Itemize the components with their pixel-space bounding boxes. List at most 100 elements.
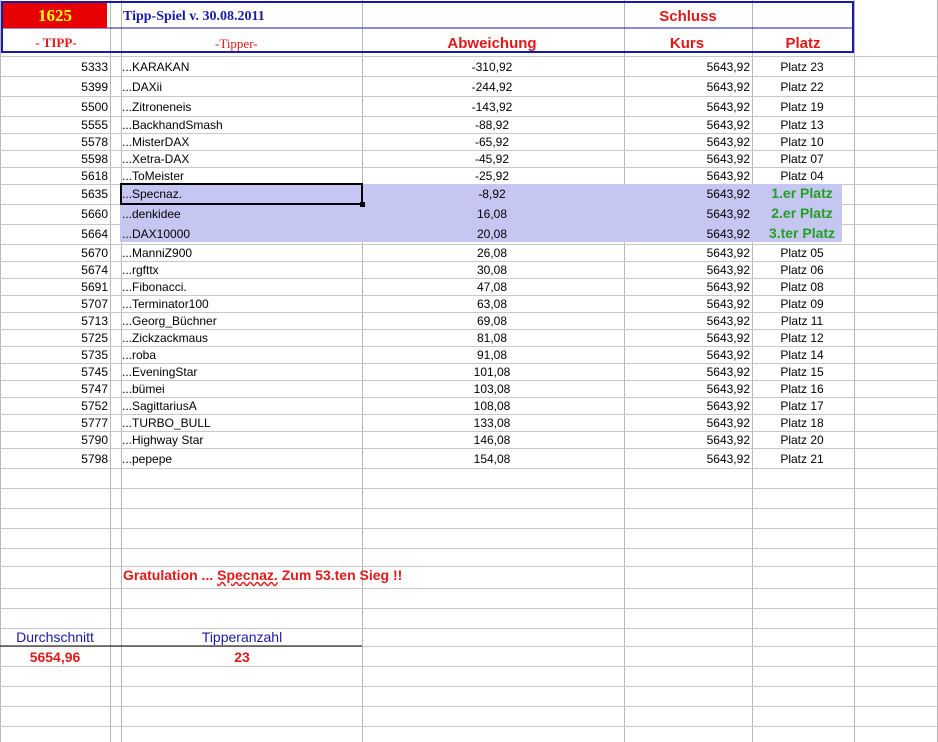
tipp-cell[interactable]: 5747	[0, 382, 108, 396]
platz-cell[interactable]: 1.er Platz	[752, 185, 852, 201]
table-row[interactable]: 5725 ...Zickzackmaus 81,08 5643,92 Platz 12	[0, 329, 855, 346]
platz-cell[interactable]: Platz 23	[752, 60, 852, 74]
kurs-cell[interactable]: 5643,92	[624, 169, 750, 183]
tipper-cell[interactable]: ...Fibonacci.	[122, 280, 187, 294]
tipp-cell[interactable]: 5660	[0, 207, 108, 221]
tipp-cell[interactable]: 5745	[0, 365, 108, 379]
platz-cell[interactable]: Platz 17	[752, 399, 852, 413]
tipp-cell[interactable]: 5670	[0, 246, 108, 260]
tipp-cell[interactable]: 5399	[0, 80, 108, 94]
kurs-cell[interactable]: 5643,92	[624, 280, 750, 294]
abweichung-cell[interactable]: -244,92	[362, 80, 622, 94]
tipp-cell[interactable]: 5333	[0, 60, 108, 74]
tipper-cell[interactable]: ...denkidee	[122, 207, 181, 221]
platz-cell[interactable]: Platz 21	[752, 452, 852, 466]
abweichung-cell[interactable]: 30,08	[362, 263, 622, 277]
platz-cell[interactable]: Platz 12	[752, 331, 852, 345]
tipper-cell[interactable]: ...Terminator100	[122, 297, 209, 311]
platz-cell[interactable]: Platz 14	[752, 348, 852, 362]
table-row[interactable]: 5660 ...denkidee 16,08 5643,92 2.er Platz	[0, 205, 855, 222]
table-row[interactable]: 5745 ...EveningStar 101,08 5643,92 Platz 15	[0, 363, 855, 380]
table-row[interactable]: 5635 ...Specnaz. -8,92 5643,92 1.er Platz	[0, 185, 855, 202]
kurs-cell[interactable]: 5643,92	[624, 100, 750, 114]
abweichung-cell[interactable]: 91,08	[362, 348, 622, 362]
abweichung-cell[interactable]: 16,08	[362, 207, 622, 221]
tipp-cell[interactable]: 5752	[0, 399, 108, 413]
tipper-cell[interactable]: ...rgfttx	[122, 263, 159, 277]
tipper-cell[interactable]: ...Georg_Büchner	[122, 314, 217, 328]
kurs-cell[interactable]: 5643,92	[624, 331, 750, 345]
abweichung-cell[interactable]: -45,92	[362, 152, 622, 166]
table-row[interactable]: 5713 ...Georg_Büchner 69,08 5643,92 Platz 11	[0, 312, 855, 329]
platz-cell[interactable]: Platz 15	[752, 365, 852, 379]
tipp-cell[interactable]: 5798	[0, 452, 108, 466]
tipp-cell[interactable]: 5500	[0, 100, 108, 114]
platz-cell[interactable]: Platz 04	[752, 169, 852, 183]
table-row[interactable]: 5747 ...bümei 103,08 5643,92 Platz 16	[0, 380, 855, 397]
tipp-cell[interactable]: 5725	[0, 331, 108, 345]
table-row[interactable]: 5399 ...DAXii -244,92 5643,92 Platz 22	[0, 78, 855, 95]
platz-cell[interactable]: Platz 05	[752, 246, 852, 260]
kurs-cell[interactable]: 5643,92	[624, 433, 750, 447]
tipper-cell[interactable]: ...KARAKAN	[122, 60, 189, 74]
table-row[interactable]: 5598 ...Xetra-DAX -45,92 5643,92 Platz 07	[0, 150, 855, 167]
kurs-cell[interactable]: 5643,92	[624, 452, 750, 466]
platz-cell[interactable]: 3.ter Platz	[752, 225, 852, 241]
table-row[interactable]: 5707 ...Terminator100 63,08 5643,92 Platz 09	[0, 295, 855, 312]
platz-cell[interactable]: Platz 18	[752, 416, 852, 430]
platz-cell[interactable]: Platz 22	[752, 80, 852, 94]
platz-cell[interactable]: Platz 09	[752, 297, 852, 311]
abweichung-cell[interactable]: 63,08	[362, 297, 622, 311]
abweichung-cell[interactable]: -88,92	[362, 118, 622, 132]
tipp-cell[interactable]: 5713	[0, 314, 108, 328]
abweichung-cell[interactable]: -143,92	[362, 100, 622, 114]
tipper-cell[interactable]: ...Specnaz.	[122, 187, 182, 201]
kurs-cell[interactable]: 5643,92	[624, 135, 750, 149]
tipp-cell[interactable]: 5691	[0, 280, 108, 294]
kurs-cell[interactable]: 5643,92	[624, 382, 750, 396]
tipper-cell[interactable]: ...EveningStar	[122, 365, 197, 379]
platz-cell[interactable]: Platz 13	[752, 118, 852, 132]
table-row[interactable]: 5664 ...DAX10000 20,08 5643,92 3.ter Platz	[0, 225, 855, 242]
tipp-cell[interactable]: 5555	[0, 118, 108, 132]
kurs-cell[interactable]: 5643,92	[624, 416, 750, 430]
tipper-cell[interactable]: ...Highway Star	[122, 433, 203, 447]
tipper-cell[interactable]: ...DAXii	[122, 80, 162, 94]
tipp-cell[interactable]: 5578	[0, 135, 108, 149]
tipp-cell[interactable]: 5635	[0, 187, 108, 201]
tipp-cell[interactable]: 5790	[0, 433, 108, 447]
abweichung-cell[interactable]: 81,08	[362, 331, 622, 345]
platz-cell[interactable]: 2.er Platz	[752, 205, 852, 221]
tipper-cell[interactable]: ...ManniZ900	[122, 246, 192, 260]
platz-cell[interactable]: Platz 10	[752, 135, 852, 149]
kurs-cell[interactable]: 5643,92	[624, 118, 750, 132]
abweichung-cell[interactable]: 20,08	[362, 227, 622, 241]
tipper-cell[interactable]: ...ToMeister	[122, 169, 184, 183]
tipp-cell[interactable]: 5598	[0, 152, 108, 166]
tipp-cell[interactable]: 5707	[0, 297, 108, 311]
abweichung-cell[interactable]: 26,08	[362, 246, 622, 260]
kurs-cell[interactable]: 5643,92	[624, 314, 750, 328]
tipper-cell[interactable]: ...BackhandSmash	[122, 118, 223, 132]
tipp-cell[interactable]: 5735	[0, 348, 108, 362]
kurs-cell[interactable]: 5643,92	[624, 60, 750, 74]
platz-cell[interactable]: Platz 19	[752, 100, 852, 114]
tipper-cell[interactable]: ...bümei	[122, 382, 165, 396]
kurs-cell[interactable]: 5643,92	[624, 348, 750, 362]
table-row[interactable]: 5735 ...roba 91,08 5643,92 Platz 14	[0, 346, 855, 363]
kurs-cell[interactable]: 5643,92	[624, 152, 750, 166]
abweichung-cell[interactable]: -8,92	[362, 187, 622, 201]
table-row[interactable]: 5674 ...rgfttx 30,08 5643,92 Platz 06	[0, 261, 855, 278]
kurs-cell[interactable]: 5643,92	[624, 297, 750, 311]
kurs-cell[interactable]: 5643,92	[624, 187, 750, 201]
abweichung-cell[interactable]: 154,08	[362, 452, 622, 466]
kurs-cell[interactable]: 5643,92	[624, 246, 750, 260]
abweichung-cell[interactable]: 146,08	[362, 433, 622, 447]
table-row[interactable]: 5777 ...TURBO_BULL 133,08 5643,92 Platz 18	[0, 414, 855, 431]
tipper-cell[interactable]: ...TURBO_BULL	[122, 416, 211, 430]
tipper-cell[interactable]: ...SagittariusA	[122, 399, 197, 413]
abweichung-cell[interactable]: 47,08	[362, 280, 622, 294]
abweichung-cell[interactable]: 101,08	[362, 365, 622, 379]
table-row[interactable]: 5555 ...BackhandSmash -88,92 5643,92 Platz 1…	[0, 116, 855, 133]
abweichung-cell[interactable]: -310,92	[362, 60, 622, 74]
